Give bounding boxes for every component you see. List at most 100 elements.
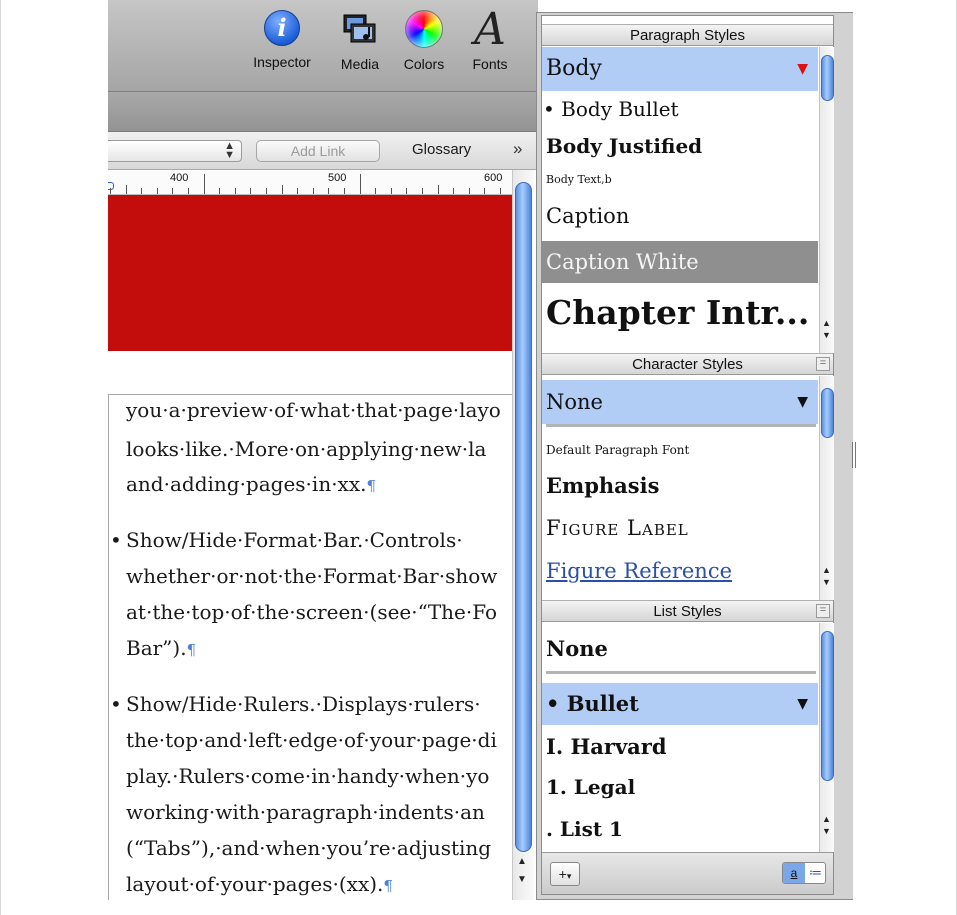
split-handle-icon[interactable]: = [816,357,830,371]
paragraph-style-label: Body [546,56,602,81]
character-styles-scrollbar[interactable]: ▲ ▼ [819,376,834,600]
ruler-tick [359,174,361,194]
ruler-tick [250,188,252,194]
list-style-item[interactable]: . List 1 [542,809,818,849]
ruler-tick [422,188,423,194]
paragraph-style-item[interactable]: Body ▼ [542,47,818,91]
paragraph-style-item[interactable]: Body Text,b [542,165,818,195]
colors-button[interactable]: Colors [396,10,452,72]
ruler-tick [312,188,314,194]
style-menu-triangle-icon[interactable]: ▼ [797,47,808,91]
list-styles-scrollbar[interactable]: ▲ ▼ [819,623,834,852]
paragraph-styles-header: Paragraph Styles [542,24,833,46]
paragraph-styles-scrollbar[interactable]: ▲ ▼ [819,47,834,353]
tab-stop-icon[interactable] [108,182,114,190]
split-handle-icon[interactable]: = [816,604,830,618]
scroll-up-arrow-icon[interactable]: ▲ [517,856,527,867]
body-text-box[interactable]: you·a·preview·of·what·that·page·layo loo… [108,394,520,900]
text-line: (“Tabs”),·and·when·you’re·adjusting [126,836,492,860]
styles-drawer-panel: Paragraph Styles Body ▼ • Body Bullet Bo… [541,15,834,895]
ruler-tick [156,188,158,194]
text-line: play.·Rulers·come·in·handy·when·yo [126,764,490,788]
horizontal-ruler[interactable]: 400 500 600 [108,170,518,195]
character-style-item[interactable]: Figure Label [542,508,818,548]
ruler-tick [219,188,221,194]
character-style-item[interactable]: Emphasis [542,466,818,506]
paragraph-styles-title: Paragraph Styles [629,27,746,44]
document-scrollbar[interactable]: ▲ ▼ [512,170,534,900]
view-mode-toggle[interactable]: a ≔ [782,862,826,884]
ruler-tick [328,188,330,194]
style-menu-triangle-icon[interactable]: ▼ [797,683,808,725]
ruler-tick [297,188,299,194]
text-line-content: layout·of·your·pages·(xx). [126,872,384,896]
ruler-tick [203,174,205,194]
scroll-down-arrow-icon[interactable]: ▼ [517,874,527,885]
fonts-icon: A [474,4,506,55]
paragraph-style-item[interactable]: Caption White [542,241,818,283]
ruler-tick [375,188,377,194]
ruler-mark: 500 [328,172,347,184]
paragraph-style-item[interactable]: Chapter Intr... [542,283,818,343]
text-line: the·top·and·left·edge·of·your·page·di [126,728,497,752]
secondary-bar [108,92,538,132]
paragraph-style-item[interactable]: Body Justified [542,127,818,165]
drawer-resize-handle[interactable] [852,442,856,468]
list-styles-list: None • Bullet ▼ I. Harvard 1. Legal . Li… [542,623,818,852]
scroll-arrows-icon[interactable]: ▲ ▼ [822,317,831,341]
character-style-item[interactable]: None ▼ [542,380,818,424]
ruler-tick [390,188,392,194]
document-scroll-thumb[interactable] [515,182,532,852]
character-styles-list: None ▼ Default Paragraph Font Emphasis F… [542,376,818,600]
ruler-tick [437,185,439,194]
list-style-item[interactable]: 1. Legal [542,767,818,807]
scroll-arrows-icon[interactable]: ▲ ▼ [822,813,831,837]
list-style-item[interactable]: I. Harvard [542,727,818,767]
add-link-button[interactable]: Add Link [256,140,380,162]
inspector-icon: i [264,10,300,46]
character-style-item[interactable]: Figure Reference [542,552,818,590]
text-line-content: Bar”). [126,636,187,660]
list-styles-scroll-thumb[interactable] [821,631,834,781]
paragraph-style-item[interactable]: Caption [542,195,818,237]
paragraph-styles-list: Body ▼ • Body Bullet Body Justified Body… [542,47,818,353]
ruler-tick [188,188,189,194]
pages-window: i Inspector Media Colors A Fonts ▲ ▼ Add… [108,0,853,900]
page-gap [108,351,518,394]
ruler-mark: 400 [170,172,189,184]
list-view-icon[interactable]: ≔ [805,863,825,883]
list-styles-header: List Styles = [542,600,833,622]
style-preview-view-button[interactable]: a [783,863,805,883]
media-icon [341,10,379,48]
paragraph-styles-scroll-thumb[interactable] [821,55,834,101]
glossary-button[interactable]: Glossary [412,141,471,158]
scroll-arrows-icon[interactable]: ▲ ▼ [822,564,831,588]
page-header-band [108,195,518,351]
format-bar: ▲ ▼ Add Link Glossary » [108,132,538,170]
media-button[interactable]: Media [334,10,386,72]
ruler-tick [110,188,111,194]
chevron-updown-icon: ▲ ▼ [224,140,235,161]
text-line: whether·or·not·the·Format·Bar·show [126,564,498,588]
list-style-item[interactable]: None [542,629,818,669]
style-menu-triangle-icon[interactable]: ▼ [797,380,808,424]
ruler-tick [141,188,143,194]
fonts-button[interactable]: A Fonts [460,4,520,73]
ruler-tick [500,188,501,194]
ruler-tick [172,188,174,194]
character-styles-title: Character Styles [632,356,743,373]
colors-icon [405,10,443,48]
character-styles-scroll-thumb[interactable] [821,388,834,438]
paragraph-style-item[interactable]: • Body Bullet [542,91,818,127]
inspector-button[interactable]: i Inspector [242,10,322,70]
ruler-tick [453,188,455,194]
text-line: Bar”).¶ [126,631,196,667]
pilcrow-mark: ¶ [366,477,377,495]
ruler-tick [406,188,408,194]
add-style-button[interactable]: +▾ [550,862,580,886]
chevron-overflow-icon[interactable]: » [513,139,522,159]
list-style-item[interactable]: • Bullet ▼ [542,683,818,725]
style-select[interactable]: ▲ ▼ [108,140,242,162]
character-style-item[interactable]: Default Paragraph Font [542,434,818,466]
media-label: Media [340,56,380,72]
